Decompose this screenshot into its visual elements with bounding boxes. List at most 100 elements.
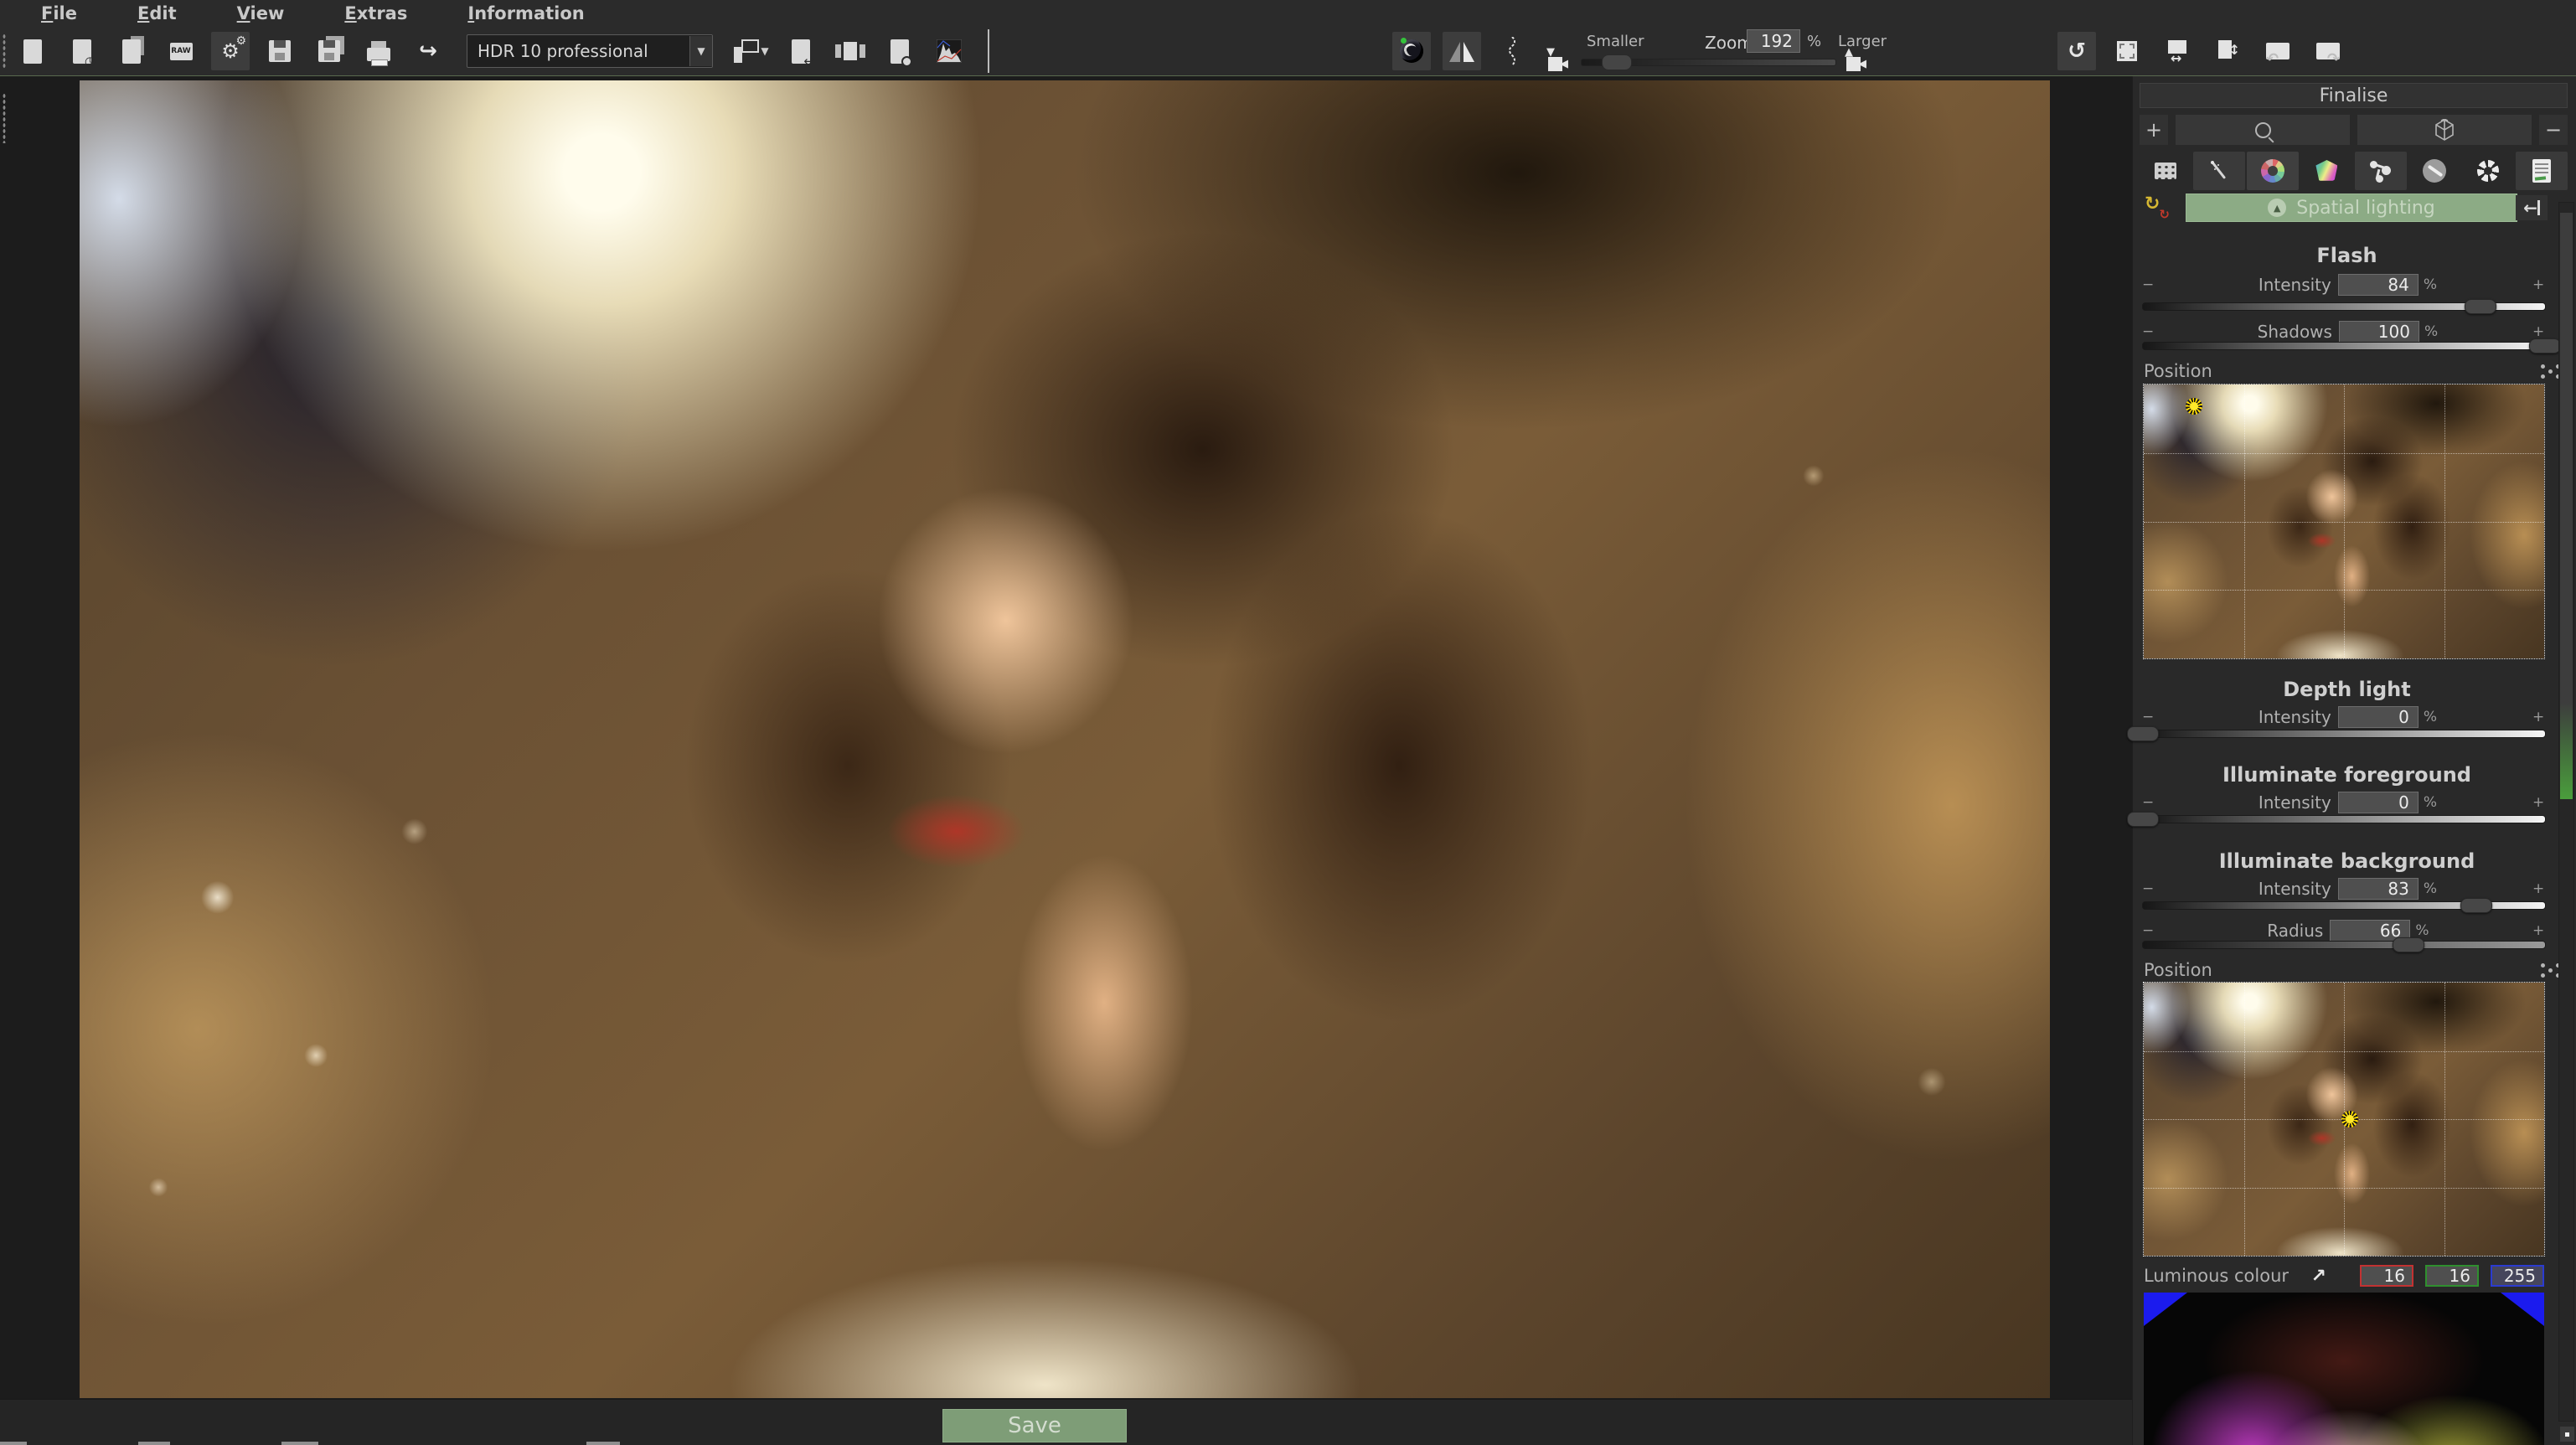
move-position-icon[interactable] bbox=[2547, 368, 2553, 374]
light-position-marker[interactable] bbox=[2186, 398, 2202, 415]
batch-dropdown-icon[interactable]: ▼ bbox=[761, 45, 768, 57]
histogram-button[interactable] bbox=[930, 32, 968, 70]
chevron-down-icon[interactable]: ▼ bbox=[689, 36, 712, 66]
zoom-out-icon[interactable]: ▼◀ bbox=[1545, 49, 1567, 71]
resize-width-button[interactable]: ↔ bbox=[2158, 32, 2197, 70]
menu-extras[interactable]: Extras bbox=[344, 3, 407, 23]
zoom-value-input[interactable]: 192 bbox=[1747, 29, 1800, 53]
flash-shadows-slider[interactable] bbox=[2142, 342, 2546, 350]
light-position-marker[interactable] bbox=[2341, 1111, 2358, 1128]
tab-color-space[interactable] bbox=[2300, 152, 2352, 190]
tab-brush[interactable] bbox=[2408, 152, 2460, 190]
luminous-colour-picker[interactable] bbox=[2144, 1293, 2544, 1445]
decrement-label[interactable]: − bbox=[2142, 922, 2154, 939]
main-photo[interactable] bbox=[80, 80, 2050, 1398]
tab-retouch[interactable] bbox=[2193, 152, 2245, 190]
background-radius-slider[interactable] bbox=[2142, 941, 2546, 949]
add-button[interactable]: + bbox=[2140, 115, 2168, 145]
toolbar-drag-handle[interactable] bbox=[3, 34, 6, 69]
resize-height-button[interactable]: ↕ bbox=[2208, 32, 2247, 70]
tab-grain[interactable] bbox=[2140, 152, 2191, 190]
blue-value-input[interactable]: 255 bbox=[2491, 1265, 2544, 1287]
increment-label[interactable]: + bbox=[2532, 323, 2544, 340]
flash-intensity-slider[interactable] bbox=[2142, 302, 2546, 311]
rotate-right-button[interactable]: ↷ bbox=[2309, 32, 2347, 70]
slider-handle[interactable] bbox=[2460, 898, 2492, 913]
scrollbar-grip[interactable] bbox=[2560, 1427, 2574, 1442]
width-resize-icon: ↔ bbox=[2165, 39, 2190, 64]
zoom-in-icon[interactable]: ▲▶ bbox=[1843, 49, 1865, 71]
batch-processing-button[interactable]: ▼ bbox=[732, 32, 771, 70]
search-box[interactable] bbox=[2176, 115, 2350, 145]
background-intensity-input[interactable]: 83 bbox=[2338, 878, 2419, 900]
flip-compare-button[interactable] bbox=[1443, 32, 1481, 70]
zoom-slider-handle[interactable] bbox=[1602, 54, 1632, 70]
depth-intensity-input[interactable]: 0 bbox=[2338, 706, 2419, 728]
history-button[interactable]: ◷ bbox=[63, 32, 101, 70]
position-label: Position bbox=[2144, 960, 2212, 980]
panorama-button[interactable] bbox=[831, 32, 870, 70]
decrement-label[interactable]: − bbox=[2142, 323, 2154, 340]
inspect-button[interactable] bbox=[880, 32, 919, 70]
increment-label[interactable]: + bbox=[2532, 794, 2544, 811]
flash-shadows-input[interactable]: 100 bbox=[2339, 321, 2419, 343]
foreground-intensity-input[interactable]: 0 bbox=[2338, 792, 2419, 813]
flash-intensity-input[interactable]: 84 bbox=[2338, 274, 2419, 296]
green-value-input[interactable]: 16 bbox=[2425, 1265, 2479, 1287]
slider-handle[interactable] bbox=[2127, 726, 2159, 741]
increment-label[interactable]: + bbox=[2532, 276, 2544, 293]
menu-file[interactable]: File bbox=[41, 3, 77, 23]
print-button[interactable] bbox=[359, 32, 398, 70]
save-all-button[interactable] bbox=[310, 32, 348, 70]
foreground-intensity-slider[interactable] bbox=[2142, 815, 2546, 823]
crop-button[interactable] bbox=[2108, 32, 2146, 70]
tab-report[interactable] bbox=[2516, 152, 2568, 190]
preset-dropdown[interactable]: HDR 10 professional ▼ bbox=[467, 34, 713, 68]
menu-edit[interactable]: Edit bbox=[137, 3, 177, 23]
decrement-label[interactable]: − bbox=[2142, 880, 2154, 897]
depth-intensity-slider[interactable] bbox=[2142, 730, 2546, 738]
menu-information[interactable]: Information bbox=[467, 3, 584, 23]
increment-label[interactable]: + bbox=[2532, 880, 2544, 897]
move-position-icon[interactable] bbox=[2547, 967, 2553, 973]
tab-color-wheel[interactable] bbox=[2247, 152, 2299, 190]
color-picker-icon[interactable]: ↗ bbox=[2311, 1266, 2326, 1287]
decrement-label[interactable]: − bbox=[2142, 276, 2154, 293]
slider-handle[interactable] bbox=[2127, 812, 2159, 827]
export-button[interactable]: ↪ bbox=[409, 32, 447, 70]
red-value-input[interactable]: 16 bbox=[2360, 1265, 2413, 1287]
import-button[interactable]: ↩ bbox=[782, 32, 820, 70]
slider-handle[interactable] bbox=[2465, 299, 2496, 314]
preview-toggle-button[interactable] bbox=[1392, 32, 1431, 70]
dock-panel-button[interactable]: ← bbox=[2516, 195, 2548, 220]
tab-nodes[interactable] bbox=[2355, 152, 2407, 190]
panel-scrollbar[interactable] bbox=[2558, 202, 2574, 1422]
rotate-left-button[interactable]: ↶ bbox=[2259, 32, 2297, 70]
decrement-label[interactable]: − bbox=[2142, 709, 2154, 725]
save-button[interactable]: Save bbox=[942, 1409, 1127, 1442]
background-position-thumbnail[interactable] bbox=[2144, 983, 2544, 1256]
increment-label[interactable]: + bbox=[2532, 709, 2544, 725]
reset-button[interactable]: ↻↻ bbox=[2145, 195, 2170, 220]
slider-handle[interactable] bbox=[2393, 937, 2424, 952]
remove-button[interactable]: − bbox=[2539, 115, 2568, 145]
raw-processing-button[interactable]: RAW bbox=[162, 32, 200, 70]
settings-button[interactable]: ⚙⚙ bbox=[211, 32, 250, 70]
preset-3d-box[interactable] bbox=[2357, 115, 2532, 145]
background-intensity-slider[interactable] bbox=[2142, 901, 2546, 910]
zoom-slider[interactable] bbox=[1581, 59, 1836, 66]
save-file-button[interactable] bbox=[261, 32, 299, 70]
flash-position-thumbnail[interactable] bbox=[2144, 384, 2544, 658]
slider-handle[interactable] bbox=[2529, 338, 2561, 354]
scrollbar-thumb[interactable] bbox=[2560, 213, 2573, 799]
new-document-button[interactable] bbox=[13, 32, 52, 70]
tab-aperture[interactable] bbox=[2462, 152, 2514, 190]
menu-view[interactable]: View bbox=[237, 3, 285, 23]
photo-bokeh-overlay bbox=[80, 80, 2050, 1398]
decrement-label[interactable]: − bbox=[2142, 794, 2154, 811]
rotate-transform-button[interactable]: ↺ bbox=[2057, 32, 2096, 70]
compare-curve-button[interactable] bbox=[1493, 32, 1531, 70]
section-header-spatial-lighting[interactable]: ▲ Spatial lighting bbox=[2186, 194, 2517, 222]
increment-label[interactable]: + bbox=[2532, 922, 2544, 939]
copy-button[interactable] bbox=[112, 32, 151, 70]
